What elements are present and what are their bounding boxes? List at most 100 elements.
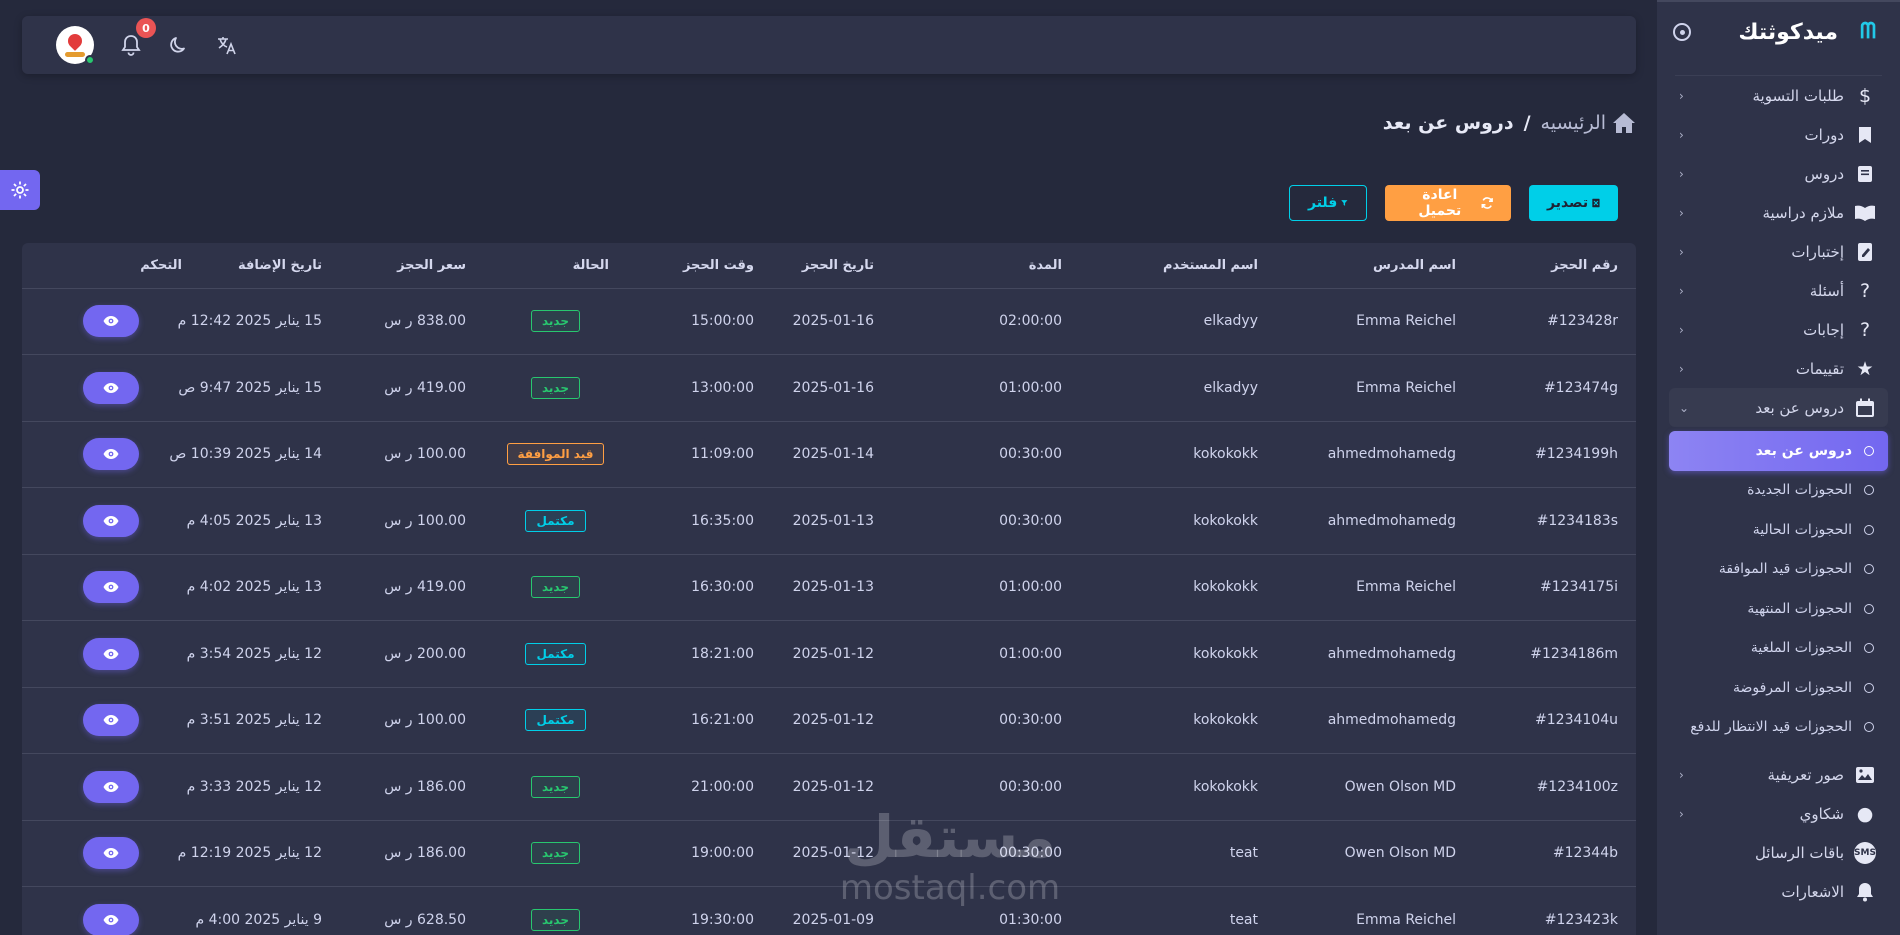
sidebar-item-label: الاشعارات <box>1781 882 1844 901</box>
cell-added: 12 يناير 2025 3:51 م <box>186 712 322 729</box>
cell-time: 19:30:00 <box>691 911 754 928</box>
map-pin-icon <box>65 31 85 51</box>
sidebar-item-complaints[interactable]: ● شكاوي ‹ <box>1669 794 1888 833</box>
sidebar-toggle-icon[interactable] <box>1673 23 1691 41</box>
submenu-label: الحجوزات المنتهية <box>1747 600 1852 617</box>
circle-icon <box>1864 445 1874 456</box>
notification-count-badge: 0 <box>136 18 156 38</box>
submenu-remote-lessons[interactable]: دروس عن بعد <box>1669 431 1888 471</box>
cell-status: جديد <box>484 554 627 621</box>
column-header-added-date[interactable]: تاريخ الإضافة <box>200 243 340 289</box>
table-row: #123474g Emma Reichel elkadyy 01:00:00 2025-… <box>22 355 1636 422</box>
column-header-status[interactable]: الحالة <box>484 243 627 289</box>
export-button-label: تصدير <box>1547 195 1589 211</box>
cell-status: مكتمل <box>484 488 627 555</box>
column-header-booking-date[interactable]: تاريخ الحجز <box>772 243 892 289</box>
view-button[interactable] <box>83 305 139 338</box>
cell-teacher: Emma Reichel <box>1356 379 1456 396</box>
image-icon <box>1854 764 1876 786</box>
circle-icon <box>1864 603 1874 614</box>
submenu-label: الحجوزات الجديدة <box>1747 482 1852 499</box>
submenu-current-bookings[interactable]: الحجوزات الحالية <box>1669 510 1888 550</box>
view-button[interactable] <box>83 637 139 670</box>
cell-status: جديد <box>484 288 627 355</box>
export-button[interactable]: تصدير <box>1529 185 1618 221</box>
column-header-booking-time[interactable]: وقت الحجز <box>627 243 772 289</box>
sidebar-item-exams[interactable]: إختبارات ‹ <box>1669 232 1888 271</box>
table-row: #1234100z Owen Olson MD kokokokk 00:30:00 20… <box>22 754 1636 821</box>
column-header-user[interactable]: اسم المستخدم <box>1080 243 1276 289</box>
filter-button-label: فلتر <box>1308 195 1338 211</box>
cell-id: #1234183s <box>1536 512 1618 529</box>
sidebar-item-answers[interactable]: ? إجابات ‹ <box>1669 310 1888 349</box>
view-button[interactable] <box>83 371 139 404</box>
view-button[interactable] <box>83 571 139 604</box>
cell-id: #12344b <box>1552 845 1618 862</box>
eye-icon <box>103 382 119 393</box>
avatar[interactable] <box>56 26 95 65</box>
chevron-left-icon: ‹ <box>1679 806 1684 821</box>
cell-teacher: ahmedmohamedg <box>1327 712 1456 729</box>
table-row: #1234199h ahmedmohamedg kokokokk 00:30:00 20… <box>22 421 1636 488</box>
brand-name[interactable]: ميدكوثتك <box>1703 20 1838 45</box>
sidebar-item-courses[interactable]: دورات ‹ <box>1669 115 1888 154</box>
chevron-left-icon: ‹ <box>1679 127 1684 142</box>
submenu-new-bookings[interactable]: الحجوزات الجديدة <box>1669 471 1888 511</box>
column-header-booking-id[interactable]: رقم الحجز <box>1474 243 1636 289</box>
submenu-awaiting-payment-bookings[interactable]: الحجوزات قيد الانتظار للدفع <box>1669 708 1888 748</box>
breadcrumb-home[interactable]: الرئيسيه <box>1541 112 1636 134</box>
chevron-left-icon: ‹ <box>1679 283 1684 298</box>
column-header-teacher[interactable]: اسم المدرس <box>1276 243 1474 289</box>
submenu-cancelled-bookings[interactable]: الحجوزات الملغية <box>1669 629 1888 669</box>
column-header-price[interactable]: سعر الحجز <box>340 243 484 289</box>
sidebar-item-study-notes[interactable]: ملازم دراسية ‹ <box>1669 193 1888 232</box>
view-button[interactable] <box>83 837 139 870</box>
status-badge: قيد الموافقة <box>506 443 605 466</box>
cell-actions <box>22 355 200 422</box>
submenu-pending-bookings[interactable]: الحجوزات قيد الموافقة <box>1669 550 1888 590</box>
view-button[interactable] <box>83 438 139 471</box>
excel-icon <box>1592 198 1600 208</box>
view-button[interactable] <box>83 770 139 803</box>
cell-status: جديد <box>484 754 627 821</box>
cell-user: kokokokk <box>1193 579 1258 596</box>
sidebar-item-ratings[interactable]: ★ تقييمات ‹ <box>1669 349 1888 388</box>
sidebar-item-lessons[interactable]: دروس ‹ <box>1669 154 1888 193</box>
theme-toggle-button[interactable] <box>168 34 190 56</box>
cell-time: 18:21:00 <box>691 645 754 662</box>
cell-duration: 02:00:00 <box>999 313 1062 330</box>
submenu-rejected-bookings[interactable]: الحجوزات المرفوضة <box>1669 668 1888 708</box>
settings-customizer-button[interactable] <box>0 170 40 210</box>
sidebar-item-questions[interactable]: ? أسئلة ‹ <box>1669 271 1888 310</box>
brand-logo-icon[interactable]: ᗰ <box>1850 21 1876 43</box>
view-button[interactable] <box>83 504 139 537</box>
cell-added: 14 يناير 2025 10:39 ص <box>169 446 322 463</box>
sms-icon: SMS <box>1854 841 1876 864</box>
sidebar-item-settlements[interactable]: $ طلبات التسوية ‹ <box>1669 76 1888 115</box>
sidebar-item-intro-images[interactable]: صور تعريفية ‹ <box>1669 755 1888 794</box>
star-icon: ★ <box>1856 357 1874 380</box>
cell-price: 838.00 ر س <box>384 313 466 330</box>
sidebar-item-sms-packages[interactable]: SMS باقات الرسائل <box>1669 833 1888 872</box>
cell-time: 16:30:00 <box>691 579 754 596</box>
cell-teacher: ahmedmohamedg <box>1327 512 1456 529</box>
column-header-duration[interactable]: المدة <box>892 243 1080 289</box>
view-button[interactable] <box>83 704 139 737</box>
reload-button[interactable]: اعادة تحميل <box>1385 185 1511 221</box>
filter-button[interactable]: فلتر <box>1289 185 1367 221</box>
cell-time: 16:35:00 <box>691 512 754 529</box>
notifications-button[interactable]: 0 <box>120 18 156 56</box>
dollar-icon: $ <box>1858 84 1872 107</box>
language-button[interactable] <box>216 34 238 56</box>
cell-user: kokokokk <box>1193 512 1258 529</box>
submenu-finished-bookings[interactable]: الحجوزات المنتهية <box>1669 589 1888 629</box>
sidebar-item-remote-lessons[interactable]: دروس عن بعد ⌄ <box>1669 388 1888 427</box>
translate-icon <box>218 37 236 55</box>
cell-teacher: Owen Olson MD <box>1344 845 1456 862</box>
cell-user: elkadyy <box>1203 313 1258 330</box>
cell-duration: 01:00:00 <box>999 645 1062 662</box>
view-button[interactable] <box>83 903 139 935</box>
status-badge: جديد <box>530 576 581 599</box>
sidebar-item-notifications[interactable]: الاشعارات <box>1669 872 1888 911</box>
cell-status: جديد <box>484 887 627 935</box>
